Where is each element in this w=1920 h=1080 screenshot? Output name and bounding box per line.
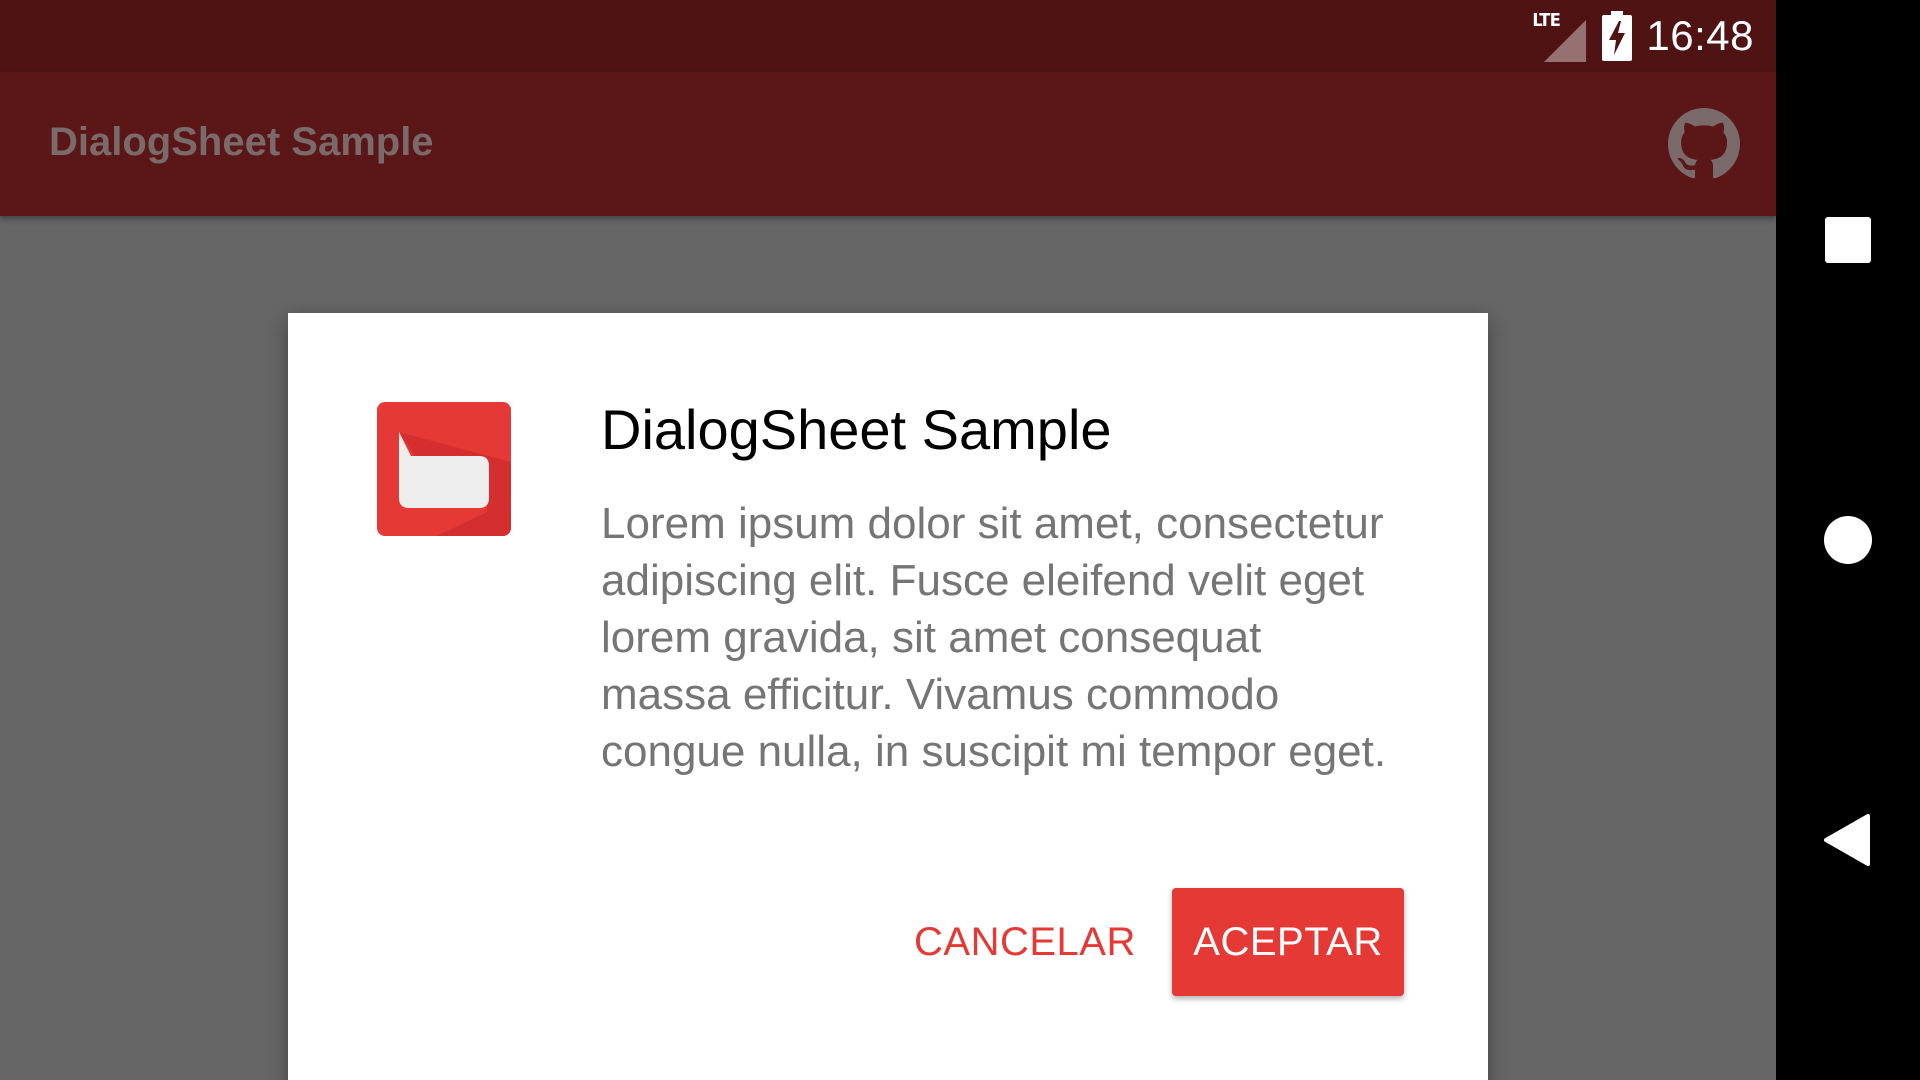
home-icon[interactable]	[1812, 504, 1884, 576]
status-icons: LTE 16:48	[1532, 8, 1754, 64]
toolbar-title: DialogSheet Sample	[49, 120, 434, 164]
signal-icon: LTE	[1532, 8, 1588, 64]
accept-button[interactable]: ACEPTAR	[1172, 888, 1404, 996]
back-icon[interactable]	[1812, 804, 1884, 876]
app-toolbar: DialogSheet Sample	[0, 72, 1776, 216]
app-window: LTE 16:48 DialogSheet Sample DialogSheet…	[0, 0, 1776, 1080]
app-logo-icon	[377, 402, 511, 536]
status-bar: LTE 16:48	[0, 0, 1776, 72]
cancel-button[interactable]: CANCELAR	[890, 888, 1160, 996]
status-clock: 16:48	[1646, 12, 1754, 59]
battery-charging-icon	[1602, 11, 1633, 61]
dialog-message: Lorem ipsum dolor sit amet, consectetur …	[601, 499, 1387, 776]
navigation-bar	[1776, 0, 1920, 1080]
dialog-title: DialogSheet Sample	[601, 398, 1112, 461]
github-icon[interactable]	[1668, 108, 1740, 180]
recents-icon[interactable]	[1812, 204, 1884, 276]
device-screen: LTE 16:48 DialogSheet Sample DialogSheet…	[0, 0, 1920, 1080]
dialog-sheet: DialogSheet Sample Lorem ipsum dolor sit…	[288, 313, 1488, 1080]
